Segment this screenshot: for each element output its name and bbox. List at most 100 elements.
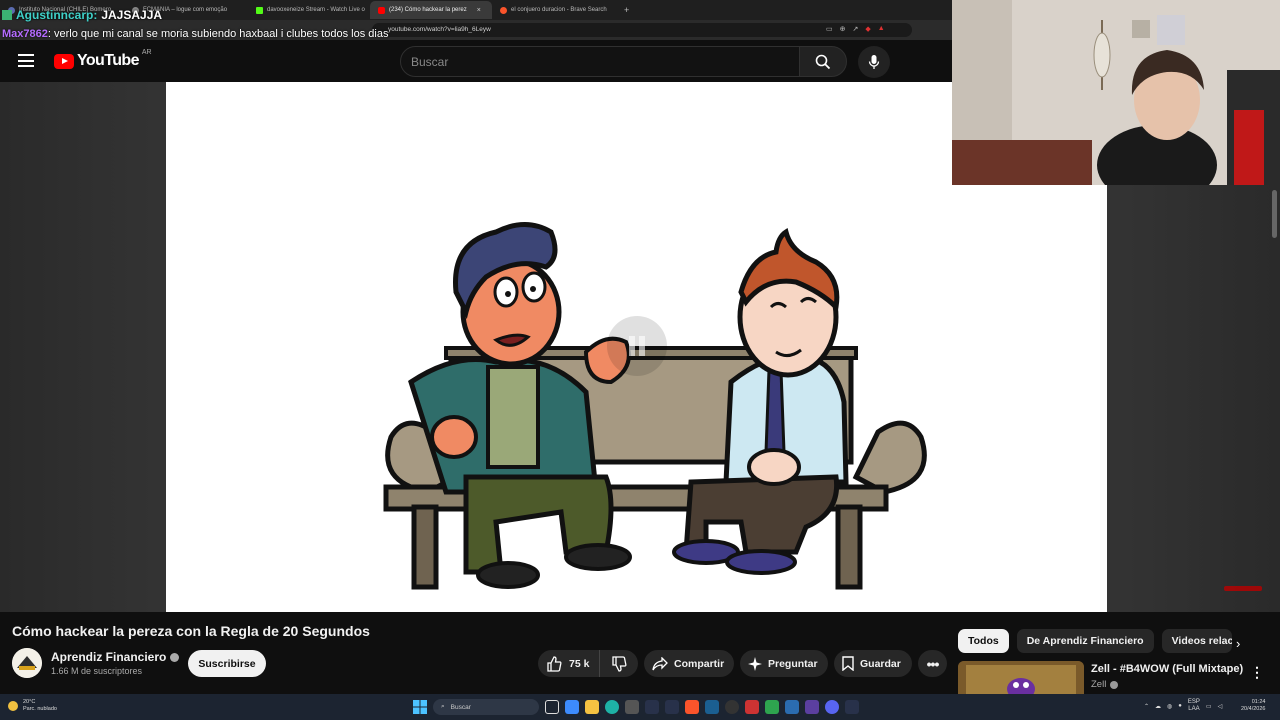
app-icon[interactable] xyxy=(785,700,799,714)
app-icon[interactable] xyxy=(745,700,759,714)
scrollbar[interactable] xyxy=(1272,190,1277,238)
brave-shield-icon[interactable]: ◆ xyxy=(865,25,870,33)
chip-related[interactable]: Videos relacio xyxy=(1161,629,1232,653)
steam-icon[interactable] xyxy=(705,700,719,714)
save-button[interactable]: Guardar xyxy=(834,650,912,677)
recommended-thumbnail[interactable] xyxy=(958,661,1084,694)
search-icon xyxy=(815,54,831,69)
brave-rewards-icon[interactable]: ▲ xyxy=(878,25,885,33)
youtube-favicon-icon xyxy=(378,6,385,14)
clock[interactable]: 01:24 20/4/2026 xyxy=(1241,699,1265,713)
chat-message: Agustinncarp: JAJSAJJA xyxy=(2,8,162,22)
weather-text: 20°C Parc. nublado xyxy=(23,699,57,713)
thumbs-down-icon xyxy=(612,655,627,672)
search-icon: ⌕ xyxy=(441,703,445,710)
channel-name[interactable]: Aprendiz Financiero xyxy=(51,650,180,664)
app-icon[interactable] xyxy=(845,700,859,714)
video-title: Cómo hackear la pereza con la Regla de 2… xyxy=(12,623,370,639)
channel-name-text: Aprendiz Financiero xyxy=(51,650,167,664)
url-bar-actions: ▭ ⊕ ↗ ◆ ▲ xyxy=(826,25,885,33)
language-indicator[interactable]: ESP LAA xyxy=(1188,699,1200,713)
share-icon[interactable]: ↗ xyxy=(853,25,859,33)
taskbar-search[interactable]: ⌕ Buscar xyxy=(433,699,539,715)
video-info-area: Cómo hackear la pereza con la Regla de 2… xyxy=(0,612,1280,694)
calculator-icon[interactable] xyxy=(625,700,639,714)
brave-browser-icon[interactable] xyxy=(685,700,699,714)
like-button[interactable]: 75 k xyxy=(538,650,601,677)
weather-condition: Parc. nublado xyxy=(23,706,57,712)
search-box xyxy=(400,46,800,77)
youtube-logo[interactable]: YouTube AR xyxy=(54,49,152,70)
keyboard-layout: LAA xyxy=(1188,706,1200,712)
channel-avatar[interactable] xyxy=(12,648,42,678)
windows-start-icon[interactable] xyxy=(413,700,427,714)
channel-logo-icon xyxy=(12,648,42,678)
kick-favicon-icon xyxy=(256,6,263,14)
youtube-play-icon xyxy=(54,53,74,69)
partly-cloudy-icon xyxy=(8,701,18,711)
temperature: 20°C xyxy=(23,699,36,705)
browser-tab[interactable]: davooxeneize Stream - Watch Live o xyxy=(248,1,370,19)
chat-badge-icon xyxy=(2,10,12,20)
search-input[interactable] xyxy=(401,47,799,76)
weather-widget[interactable]: 20°C Parc. nublado xyxy=(8,699,57,713)
browser-tab-active[interactable]: (234) Cómo hackear la perez × xyxy=(370,1,492,19)
bookmark-icon xyxy=(842,656,854,671)
taskbar-search-label: Buscar xyxy=(450,703,471,711)
chat-text: : verlo que mi canal se moria subiendo h… xyxy=(47,28,389,40)
recommended-title[interactable]: Zell - #B4WOW (Full Mixtape) xyxy=(1091,663,1243,675)
youtube-wordmark: YouTube xyxy=(77,52,139,69)
obs-icon[interactable] xyxy=(725,700,739,714)
recommended-channel[interactable]: Zell xyxy=(1091,679,1119,690)
chat-username: Max7862 xyxy=(2,28,48,40)
tab-label: davooxeneize Stream - Watch Live o xyxy=(267,7,365,13)
file-explorer-icon[interactable] xyxy=(585,700,599,714)
pause-icon[interactable] xyxy=(607,316,667,376)
search-button[interactable] xyxy=(799,46,847,77)
app-icon[interactable] xyxy=(645,700,659,714)
close-tab-icon[interactable]: × xyxy=(477,7,481,14)
voice-search-button[interactable] xyxy=(858,46,890,78)
chat-text: JAJSAJJA xyxy=(101,8,163,22)
ask-label: Preguntar xyxy=(768,657,818,670)
cast-icon[interactable]: ▭ xyxy=(826,25,833,33)
subscribe-button[interactable]: Suscribirse xyxy=(188,650,266,677)
share-button[interactable]: Compartir xyxy=(644,650,734,677)
chevron-right-icon[interactable]: › xyxy=(1236,636,1240,651)
tab-label: (234) Cómo hackear la perez xyxy=(389,7,467,13)
chip-todos[interactable]: Todos xyxy=(958,629,1009,653)
edge-icon[interactable] xyxy=(605,700,619,714)
discord-icon[interactable] xyxy=(825,700,839,714)
ask-button[interactable]: Preguntar xyxy=(740,650,828,677)
new-tab-button[interactable]: + xyxy=(616,5,637,15)
network-icon[interactable]: ▭ xyxy=(1206,703,1212,710)
related-chips: Todos De Aprendiz Financiero Videos rela… xyxy=(958,629,1232,653)
thumbnail-image xyxy=(958,661,1084,694)
dislike-button[interactable] xyxy=(600,650,638,677)
tray-icon[interactable]: ● xyxy=(1178,703,1182,709)
zoom-icon[interactable]: ⊕ xyxy=(840,25,846,33)
menu-icon[interactable] xyxy=(18,54,34,67)
browser-tab[interactable]: el conjuero duracion - Brave Search xyxy=(492,1,616,19)
share-arrow-icon xyxy=(652,656,668,670)
app-icon[interactable] xyxy=(665,700,679,714)
watermark-logo xyxy=(1224,586,1262,591)
more-actions-button[interactable]: ••• xyxy=(918,650,947,677)
volume-icon[interactable]: ◁ xyxy=(1218,703,1223,710)
task-view-icon[interactable] xyxy=(545,700,559,714)
recommended-menu-icon[interactable]: ⋮ xyxy=(1250,664,1264,681)
subscriber-count: 1.66 M de suscriptores xyxy=(51,666,143,676)
app-icon[interactable] xyxy=(805,700,819,714)
windows-taskbar: 20°C Parc. nublado ⌕ Buscar ⌃ ☁ ◍ ● ESP … xyxy=(0,694,1280,720)
app-icon[interactable] xyxy=(765,700,779,714)
chip-channel[interactable]: De Aprendiz Financiero xyxy=(1016,629,1154,653)
clock-time: 01:24 xyxy=(1251,699,1266,705)
screen: Instituto Nacional (CHILE) Bomero FCMANI… xyxy=(0,0,1280,720)
like-dislike-group: 75 k xyxy=(538,650,638,677)
widgets-icon[interactable] xyxy=(565,700,579,714)
microphone-icon xyxy=(868,55,880,69)
chevron-up-icon[interactable]: ⌃ xyxy=(1144,703,1149,710)
tray-icon[interactable]: ◍ xyxy=(1167,703,1172,710)
tray-icon[interactable]: ☁ xyxy=(1155,703,1161,710)
recommended-channel-name: Zell xyxy=(1091,679,1107,690)
